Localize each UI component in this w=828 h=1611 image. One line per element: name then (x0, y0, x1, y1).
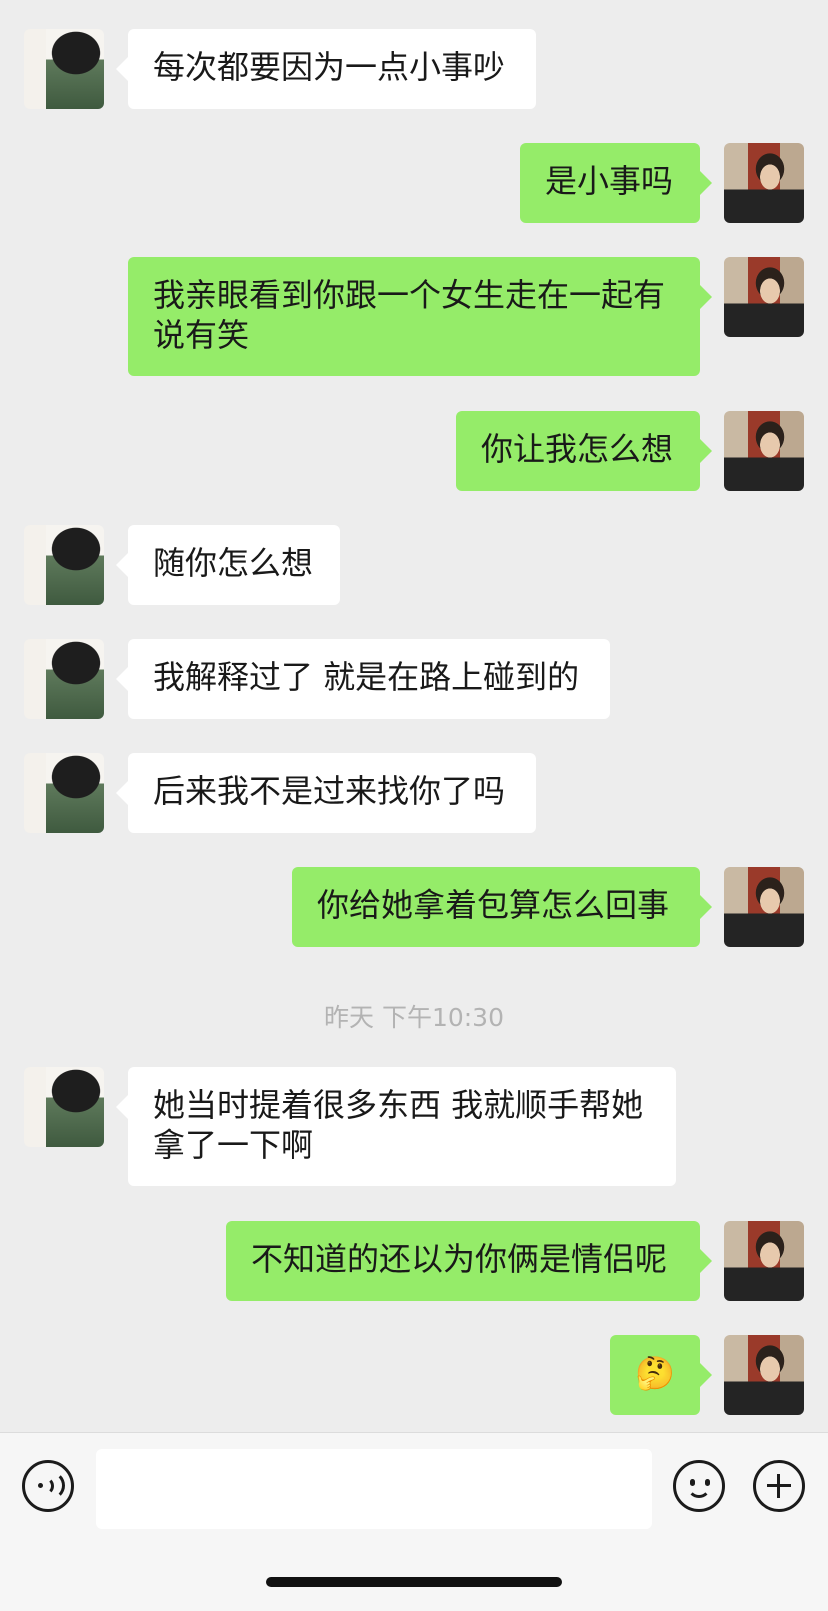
emoji-eye (705, 1479, 710, 1486)
contact-avatar[interactable] (24, 753, 104, 833)
contact-avatar[interactable] (24, 1067, 104, 1147)
message-input[interactable] (96, 1449, 652, 1529)
message-bubble[interactable]: 不知道的还以为你俩是情侣呢 (226, 1221, 712, 1301)
message-bubble[interactable]: 她当时提着很多东西 我就顺手帮她拿了一下啊 (116, 1067, 676, 1186)
my-avatar[interactable] (724, 1221, 804, 1301)
message-bubble[interactable]: 后来我不是过来找你了吗 (116, 753, 536, 833)
timestamp: 昨天 下午10:30 (324, 1003, 504, 1032)
contact-avatar[interactable] (24, 525, 104, 605)
my-avatar[interactable] (724, 1335, 804, 1415)
home-indicator[interactable] (266, 1577, 562, 1587)
chat-area[interactable]: 每次都要因为一点小事吵 是小事吗 我亲眼看到你跟一个女生走在一起有说有笑 你让我… (0, 0, 828, 1432)
message-bubble[interactable]: 每次都要因为一点小事吵 (116, 29, 536, 109)
my-avatar[interactable] (724, 257, 804, 337)
emoji-icon[interactable] (673, 1460, 725, 1512)
my-avatar[interactable] (724, 867, 804, 947)
message-bubble[interactable]: 我亲眼看到你跟一个女生走在一起有说有笑 (128, 257, 712, 376)
plus-icon[interactable] (753, 1460, 805, 1512)
message-bubble[interactable]: 我解释过了 就是在路上碰到的 (116, 639, 610, 719)
emoji-eye (690, 1479, 695, 1486)
thinking-face-emoji: 🤔 (635, 1354, 675, 1392)
message-bubble[interactable]: 是小事吗 (520, 143, 712, 223)
voice-wave (36, 1471, 65, 1500)
message-bubble[interactable]: 🤔 (610, 1335, 712, 1415)
input-bar (0, 1432, 828, 1611)
contact-avatar[interactable] (24, 29, 104, 109)
plus-bar (777, 1474, 780, 1498)
message-bubble[interactable]: 你让我怎么想 (456, 411, 712, 491)
message-bubble[interactable]: 你给她拿着包算怎么回事 (292, 867, 712, 947)
my-avatar[interactable] (724, 143, 804, 223)
voice-icon[interactable] (22, 1460, 74, 1512)
message-bubble[interactable]: 随你怎么想 (116, 525, 340, 605)
my-avatar[interactable] (724, 411, 804, 491)
contact-avatar[interactable] (24, 639, 104, 719)
emoji-mouth (687, 1486, 711, 1498)
